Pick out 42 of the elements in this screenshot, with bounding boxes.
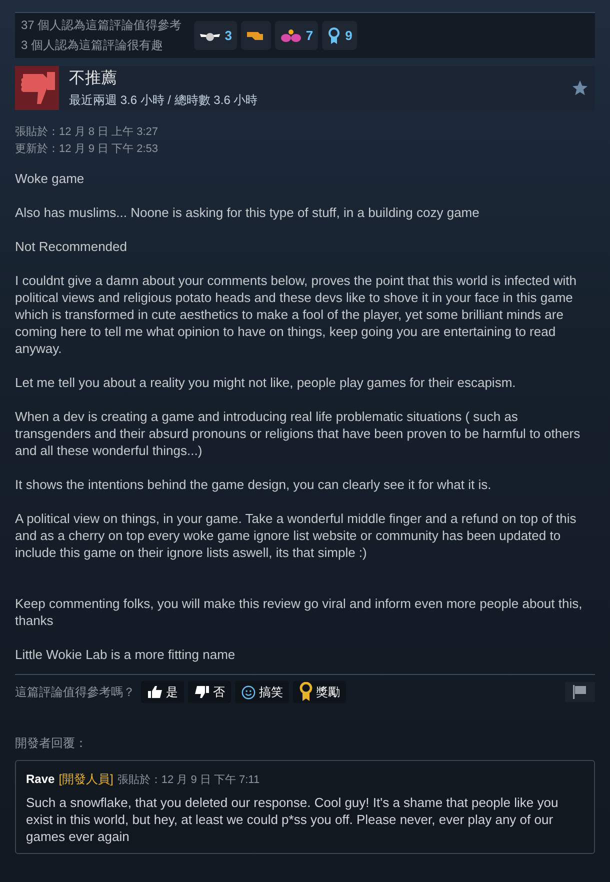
award-badge[interactable]: 3 <box>194 21 237 50</box>
flag-icon <box>572 685 588 699</box>
thumbs-up-icon <box>147 685 163 699</box>
updated-date: 更新於：12 月 9 日 下午 2:53 <box>15 142 158 156</box>
response-date: 張貼於：12 月 9 日 下午 7:11 <box>117 773 260 787</box>
review-paragraph: Also has muslims... Noone is asking for this type of stuff, in a building cozy game <box>15 204 480 221</box>
verdict-title: 不推薦 <box>69 68 118 88</box>
review-paragraph: Woke game <box>15 170 86 187</box>
helpful-count-text: 37 個人認為這篇評論值得參考 <box>21 17 182 34</box>
review-paragraph: A political view on things, in your game. Take a wonderful middle finger and a refund on top of this and as a cherry on top every woke game ignore list website or community has been updated to include this game on their ignore lists aswell, its that simple :) <box>15 510 578 561</box>
award-badge[interactable]: 7 <box>274 21 318 50</box>
vote-button[interactable]: 獎勵 <box>293 681 346 703</box>
review-paragraph: Little Wokie Lab is a more fitting name <box>15 646 236 663</box>
review-paragraph: I couldnt give a damn about your comments below, proves the point that this world is infected with political views and religious potato heads and these devs like to shove it in your face in this game which is transformed in cute aesthetics to make a fool of the player, yet some brilliant minds are coming here to tell me what opinion to have on things, keep going you are entertaining to read anyway. <box>15 272 578 357</box>
vote-button[interactable]: 搞笑 <box>235 681 289 703</box>
review-paragraph: It shows the intentions behind the game design, you can clearly see it for what it is. <box>15 476 492 493</box>
award-count: 9 <box>345 28 352 43</box>
report-flag-button[interactable] <box>565 682 595 702</box>
vote-button[interactable]: 否 <box>188 681 231 703</box>
ribbon-icon <box>299 682 313 702</box>
thumbs-down-icon <box>194 685 210 699</box>
posted-date: 張貼於：12 月 8 日 上午 3:27 <box>15 125 158 139</box>
smiley-icon <box>241 684 256 700</box>
developer-role-tag: [開發人員] <box>58 771 114 788</box>
developer-response-heading: 開發者回覆： <box>15 735 87 752</box>
vote-button[interactable]: 是 <box>141 681 184 703</box>
helpful-count-text: 3 個人認為這篇評論很有趣 <box>21 37 164 54</box>
response-text: Such a snowflake, that you deleted our response. Cool guy! It's a shame that people like you exist in this world, but hey, at least we could p*ss you off. Please never, ever play any of our games ever again <box>26 794 560 845</box>
review-paragraph: Keep commenting folks, you will make this review go viral and inform even more people about this, thanks <box>15 595 584 629</box>
review-paragraph: Let me tell you about a reality you might not like, people play games for their escapism. <box>15 374 517 391</box>
award-count: 3 <box>224 28 232 43</box>
review-paragraph: Not Recommended <box>15 238 128 255</box>
award-badge[interactable]: 9 <box>322 21 358 50</box>
ribbon-icon <box>327 26 342 44</box>
award-count: 7 <box>306 28 314 43</box>
review-paragraph: When a dev is creating a game and introducing real life problematic situations ( such as transgenders and their absurd pronouns or religions that have been proven to be harmful to others and all these wonderful things...) <box>15 408 582 459</box>
star-icon[interactable] <box>571 79 589 97</box>
hearts-icon <box>280 28 302 42</box>
award-badge[interactable] <box>240 21 271 50</box>
developer-name[interactable]: Rave <box>26 772 55 786</box>
vote-prompt: 這篇評論值得參考嗎？ <box>15 684 135 700</box>
playtime-text: 最近兩週 3.6 小時 / 總時數 3.6 小時 <box>69 92 259 108</box>
